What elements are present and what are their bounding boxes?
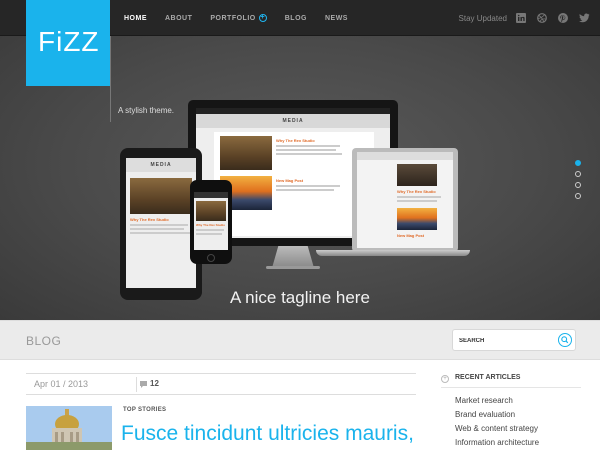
widget-header: + RECENT ARTICLES [441, 373, 581, 385]
list-item[interactable]: Information architecture [455, 438, 539, 450]
search-icon [561, 336, 569, 344]
comment-count[interactable]: 12 [140, 379, 159, 388]
laptop-screen: Why The Rex Studio New Mag Post [357, 152, 453, 248]
main-menu: HOME ABOUT PORTFOLIO + BLOG NEWS [124, 0, 366, 36]
nav-portfolio[interactable]: PORTFOLIO + [210, 14, 267, 22]
nav-portfolio-label: PORTFOLIO [210, 14, 256, 22]
search-box [452, 329, 576, 351]
mockup-post2-title: New Mag Post [276, 178, 304, 183]
twitter-icon[interactable] [579, 13, 590, 23]
slider-pagination [575, 160, 581, 199]
dribbble-icon[interactable] [537, 13, 547, 23]
site-logo[interactable]: FiZZ [26, 0, 110, 86]
nav-blog[interactable]: BLOG [285, 15, 307, 22]
search-button[interactable] [558, 333, 572, 347]
phone-screen: Why The Rex Studio [194, 192, 228, 250]
nav-news[interactable]: NEWS [325, 15, 348, 22]
page: HOME ABOUT PORTFOLIO + BLOG NEWS Stay Upd… [0, 0, 600, 450]
laptop-base [316, 250, 470, 256]
stay-updated-label: Stay Updated [458, 13, 507, 23]
recent-articles-list: Market research Brand evaluation Web & c… [455, 396, 539, 450]
mockup-header-label: MEDIA [282, 118, 304, 124]
slider-dot-1[interactable] [575, 160, 581, 166]
list-item[interactable]: Brand evaluation [455, 410, 539, 424]
search-input[interactable] [459, 334, 554, 347]
social-links: Stay Updated [459, 0, 590, 36]
tablet-screen: MEDIA Why The Rex Studio [126, 158, 196, 288]
hero-tagline: A nice tagline here [230, 288, 370, 307]
widget-title: RECENT ARTICLES [455, 374, 521, 381]
list-item[interactable]: Web & content strategy [455, 424, 539, 438]
post-category[interactable]: TOP STORIES [123, 407, 166, 413]
expand-plus-icon: + [258, 14, 267, 22]
logo-divider [110, 36, 111, 122]
desktop-stand [272, 246, 314, 268]
plus-circle-icon: + [441, 375, 449, 383]
post-thumbnail[interactable] [26, 406, 112, 450]
slider-dot-3[interactable] [575, 182, 581, 188]
widget-divider [441, 387, 581, 388]
logo-text: FiZZ [38, 26, 100, 57]
linkedin-icon[interactable] [516, 13, 526, 23]
comment-count-value: 12 [150, 379, 159, 388]
slider-dot-4[interactable] [575, 193, 581, 199]
comment-icon [140, 381, 147, 388]
dome-building-image [26, 406, 112, 450]
site-slogan: A stylish theme. [118, 106, 175, 115]
list-item[interactable]: Market research [455, 396, 539, 410]
section-title: BLOG [26, 334, 62, 348]
meta-divider [136, 377, 137, 392]
nav-about[interactable]: ABOUT [165, 15, 192, 22]
post-meta: Apr 01 / 2013 12 [26, 373, 416, 395]
slider-dot-2[interactable] [575, 171, 581, 177]
mockup-post1-title: Why The Rex Studio [276, 138, 315, 143]
post-title[interactable]: Fusce tincidunt ultricies mauris, [121, 422, 414, 446]
nav-home[interactable]: HOME [124, 15, 147, 22]
section-header: BLOG [0, 320, 600, 360]
post-date: Apr 01 / 2013 [34, 379, 89, 389]
pinterest-icon[interactable] [558, 13, 568, 23]
